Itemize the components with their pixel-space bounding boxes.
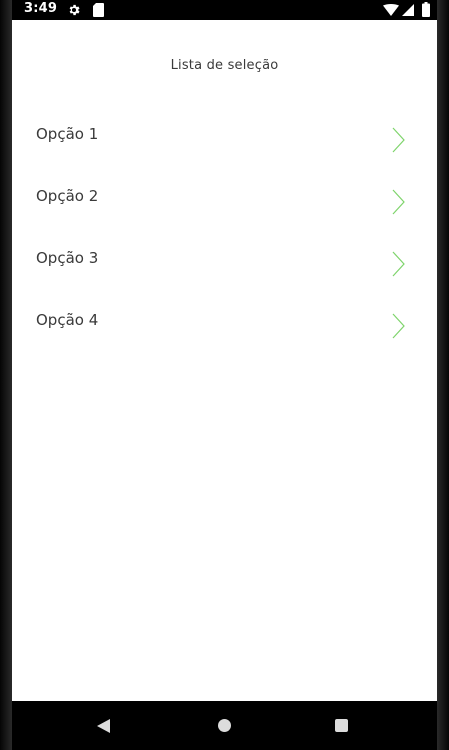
list-item-label: Opção 1: [36, 125, 99, 143]
battery-icon: [422, 2, 430, 17]
device-frame-edge-right: [437, 0, 449, 750]
list-item-option-1[interactable]: Opção 1: [12, 102, 437, 164]
chevron-right-icon: [392, 127, 405, 153]
back-icon[interactable]: [97, 719, 110, 733]
status-bar: 3:49: [12, 0, 437, 20]
settings-icon: [69, 4, 80, 16]
list-item-option-2[interactable]: Opção 2: [12, 164, 437, 226]
page-title: Lista de seleção: [170, 58, 279, 73]
chevron-right-icon: [392, 313, 405, 339]
selection-list: Opção 1 Opção 2 Opção 3 Opção 4: [12, 102, 437, 350]
recents-icon[interactable]: [335, 719, 348, 732]
navigation-bar: [12, 701, 437, 750]
list-item-option-3[interactable]: Opção 3: [12, 226, 437, 288]
home-icon[interactable]: [218, 719, 231, 732]
list-item-label: Opção 3: [36, 249, 99, 267]
wifi-icon: [383, 4, 399, 16]
signal-icon: [402, 4, 414, 16]
app-screen: Lista de seleção Opção 1 Opção 2 Opção 3: [12, 20, 437, 701]
list-item-label: Opção 4: [36, 311, 99, 329]
list-item-option-4[interactable]: Opção 4: [12, 288, 437, 350]
sd-card-icon: [93, 3, 104, 17]
chevron-right-icon: [392, 189, 405, 215]
list-item-label: Opção 2: [36, 187, 99, 205]
device-frame-edge-left: [0, 0, 12, 750]
device-frame: 3:49 Lista de seleção Opção 1 Opção 2 Op…: [0, 0, 449, 750]
status-time: 3:49: [24, 1, 58, 16]
chevron-right-icon: [392, 251, 405, 277]
